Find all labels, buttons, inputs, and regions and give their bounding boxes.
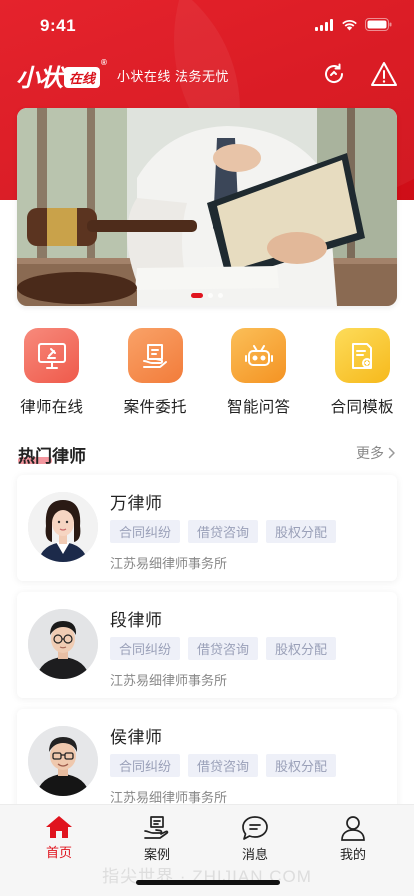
logo-text: 小状	[16, 64, 63, 92]
lawyer-name: 侯律师	[110, 728, 163, 747]
robot-icon	[231, 328, 287, 383]
status-bar: 9:41	[0, 0, 414, 50]
status-icons	[315, 18, 392, 36]
law-firm: 江苏易细律师事务所	[110, 673, 228, 688]
male-lawyer-avatar	[28, 609, 98, 679]
wifi-icon	[341, 18, 358, 36]
lawyer-name: 万律师	[110, 494, 163, 513]
header-actions	[320, 60, 398, 88]
expertise-tag: 股权分配	[266, 520, 337, 543]
refresh-icon[interactable]	[320, 60, 348, 88]
lawyer-name: 段律师	[110, 611, 163, 630]
banner-dot-active[interactable]	[191, 293, 203, 298]
app-slogan: 小状在线 法务无忧	[116, 68, 230, 84]
monitor-gavel-icon	[24, 328, 80, 383]
quick-menu-label: 合同模板	[330, 399, 394, 416]
quick-menu-contract-template[interactable]: 合同模板	[311, 328, 414, 418]
lawyer-tags: 合同纠纷 借贷咨询 股权分配	[110, 754, 337, 777]
lawyer-tags: 合同纠纷 借贷咨询 股权分配	[110, 520, 337, 543]
expertise-tag: 合同纠纷	[110, 754, 181, 777]
warning-icon[interactable]	[370, 60, 398, 88]
promo-banner[interactable]	[17, 108, 397, 306]
lawyer-card[interactable]: 万律师 合同纠纷 借贷咨询 股权分配 江苏易细律师事务所	[17, 475, 397, 581]
lawyer-tags: 合同纠纷 借贷咨询 股权分配	[110, 637, 337, 660]
expertise-tag: 借贷咨询	[188, 637, 259, 660]
quick-menu-case-entrust[interactable]: 案件委托	[104, 328, 208, 418]
contract-icon	[334, 328, 390, 383]
banner-dot[interactable]	[208, 293, 213, 298]
chevron-right-icon	[388, 447, 395, 459]
nav-label: 我的	[339, 847, 366, 862]
expertise-tag: 借贷咨询	[188, 520, 259, 543]
banner-image-lawyer	[17, 108, 397, 306]
cellular-signal-icon	[315, 18, 334, 36]
nav-messages[interactable]: 消息	[206, 805, 304, 867]
status-time: 9:41	[40, 16, 77, 35]
home-icon	[46, 816, 72, 838]
male-lawyer-avatar	[28, 726, 98, 796]
logo-registered-mark: ®	[101, 57, 107, 67]
banner-pagination[interactable]	[17, 293, 397, 298]
nav-label: 首页	[45, 845, 72, 860]
nav-home[interactable]: 首页	[10, 805, 108, 867]
hot-lawyers-section-header: 热门律师 更多	[18, 438, 396, 466]
expertise-tag: 合同纠纷	[110, 520, 181, 543]
battery-icon	[365, 18, 392, 36]
home-indicator[interactable]	[136, 880, 280, 885]
banner-dot[interactable]	[218, 293, 223, 298]
more-label: 更多	[356, 445, 384, 461]
quick-menu: 律师在线 案件委托 智能问答 合同模板	[0, 328, 414, 418]
quick-menu-label: 智能问答	[227, 399, 291, 416]
lawyer-card[interactable]: 段律师 合同纠纷 借贷咨询 股权分配 江苏易细律师事务所	[17, 592, 397, 698]
nav-label: 消息	[241, 847, 268, 862]
lawyer-card[interactable]: 侯律师 合同纠纷 借贷咨询 股权分配 江苏易细律师事务所	[17, 709, 397, 815]
logo-badge: 在线	[64, 66, 101, 88]
female-lawyer-avatar	[28, 492, 98, 562]
expertise-tag: 合同纠纷	[110, 637, 181, 660]
quick-menu-label: 案件委托	[123, 399, 187, 416]
expertise-tag: 股权分配	[266, 637, 337, 660]
nav-profile[interactable]: 我的	[304, 805, 402, 867]
section-title: 热门律师	[18, 447, 86, 466]
quick-menu-smart-qa[interactable]: 智能问答	[207, 328, 311, 418]
app-logo: 小状 在线 ®	[16, 58, 107, 93]
hand-document-icon	[144, 816, 169, 839]
app-header: 小状 在线 ® 小状在线 法务无忧	[16, 58, 398, 92]
law-firm: 江苏易细律师事务所	[110, 556, 228, 571]
quick-menu-lawyer-online[interactable]: 律师在线	[0, 328, 104, 418]
nav-cases[interactable]: 案例	[108, 805, 206, 867]
more-link[interactable]: 更多	[356, 443, 396, 463]
quick-menu-label: 律师在线	[20, 399, 84, 416]
chat-bubble-icon	[242, 816, 268, 840]
user-icon	[341, 816, 365, 841]
nav-label: 案例	[143, 847, 170, 862]
expertise-tag: 借贷咨询	[188, 754, 259, 777]
expertise-tag: 股权分配	[266, 754, 337, 777]
document-hand-icon	[127, 328, 183, 383]
